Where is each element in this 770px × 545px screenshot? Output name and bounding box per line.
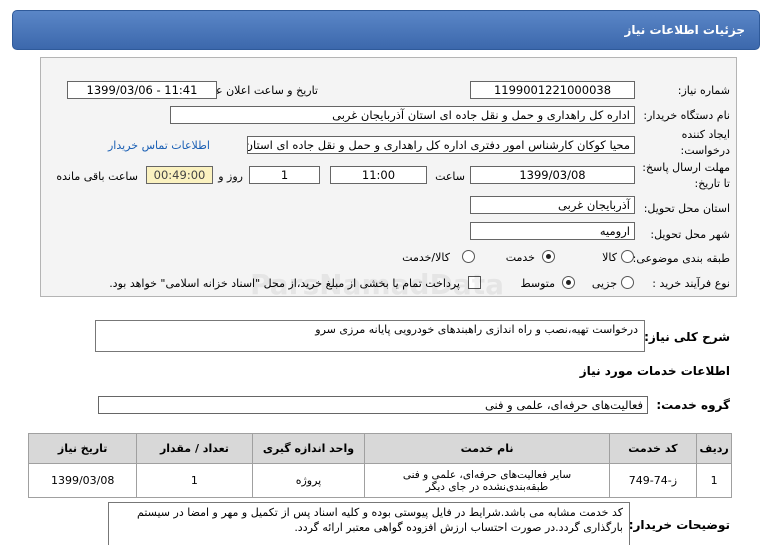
watermark-text: ParsNamadData: [250, 268, 504, 301]
deadline-time-field: 11:00: [330, 166, 427, 184]
buyer-notes-label: توضیحات خریدار:: [628, 518, 730, 532]
creator-field: محیا کوکان کارشناس امور دفتری اداره کل ر…: [247, 136, 635, 154]
city-label: شهر محل تحویل:: [650, 228, 730, 241]
col-code-header: کد خدمت: [608, 433, 698, 464]
deadline-days-field: 1: [249, 166, 320, 184]
cell-service-name: سایر فعالیت‌های حرفه‌ای، علمی و فنی طبقه…: [364, 463, 610, 498]
province-field: آذربایجان غربی: [470, 196, 635, 214]
page-header: جزئیات اطلاعات نیاز: [12, 10, 760, 50]
buyer-contact-link[interactable]: اطلاعات تماس خریدار: [108, 139, 210, 152]
city-field: ارومیه: [470, 222, 635, 240]
need-number-field: 1199001221000038: [470, 81, 635, 99]
cell-unit: پروژه: [251, 463, 366, 498]
category-label: طبقه بندی موضوعی:: [632, 252, 730, 265]
announce-field: 1399/03/06 - 11:41: [67, 81, 217, 99]
buyer-label: نام دستگاه خریدار:: [643, 109, 730, 122]
category-option-goods-service: کالا/خدمت: [402, 251, 450, 264]
services-info-title: اطلاعات خدمات مورد نیاز: [579, 364, 730, 378]
col-qty-header: تعداد / مقدار: [136, 433, 253, 464]
service-group-label: گروه خدمت:: [656, 398, 730, 412]
summary-field: درخواست تهیه،نصب و راه اندازی راهبندهای …: [95, 320, 645, 352]
service-group-field: فعالیت‌های حرفه‌ای، علمی و فنی: [98, 396, 648, 414]
purchase-type-label: نوع فرآیند خرید :: [652, 277, 730, 290]
buyer-field: اداره کل راهداری و حمل و نقل جاده ای است…: [170, 106, 635, 124]
deadline-label-1: مهلت ارسال پاسخ:: [642, 161, 730, 174]
services-table: ردیف کد خدمت نام خدمت واحد اندازه گیری ت…: [27, 433, 732, 498]
col-unit-header: واحد اندازه گیری: [251, 433, 366, 464]
category-radio-goods[interactable]: [621, 250, 634, 263]
page-title: جزئیات اطلاعات نیاز: [624, 23, 745, 37]
deadline-date-field: 1399/03/08: [470, 166, 635, 184]
deadline-days-label: روز و: [218, 170, 243, 183]
deadline-time-label: ساعت: [435, 170, 465, 183]
category-option-service: خدمت: [505, 251, 535, 264]
table-header-row: ردیف کد خدمت نام خدمت واحد اندازه گیری ت…: [27, 433, 732, 464]
col-row-header: ردیف: [696, 433, 732, 464]
purchase-radio-medium[interactable]: [562, 276, 575, 289]
remaining-time-field: 00:49:00: [146, 166, 213, 184]
creator-label-1: ایجاد کننده: [681, 128, 730, 141]
table-row: 1 ز-74-749 سایر فعالیت‌های حرفه‌ای، علمی…: [27, 463, 732, 498]
deadline-label-2: تا تاریخ:: [694, 177, 730, 190]
col-name-header: نام خدمت: [364, 433, 610, 464]
cell-qty: 1: [136, 463, 253, 498]
category-option-goods: کالا: [602, 251, 617, 264]
cell-row: 1: [696, 463, 732, 498]
cell-code: ز-74-749: [608, 463, 698, 498]
buyer-notes-field: کد خدمت مشابه می باشد.شرایط در فایل پیوس…: [108, 502, 630, 545]
need-number-label: شماره نیاز:: [677, 84, 730, 97]
purchase-option-minor: جزیی: [591, 277, 617, 290]
category-radio-service[interactable]: [542, 250, 555, 263]
cell-date: 1399/03/08: [27, 463, 138, 498]
summary-label: شرح کلی نیاز:: [644, 330, 730, 344]
purchase-option-medium: متوسط: [520, 277, 555, 290]
remaining-time-label: ساعت باقی مانده: [56, 170, 138, 183]
province-label: استان محل تحویل:: [643, 202, 730, 215]
col-date-header: تاریخ نیاز: [27, 433, 138, 464]
category-radio-goods-service[interactable]: [462, 250, 475, 263]
purchase-radio-minor[interactable]: [621, 276, 634, 289]
creator-label-2: درخواست:: [680, 144, 730, 157]
